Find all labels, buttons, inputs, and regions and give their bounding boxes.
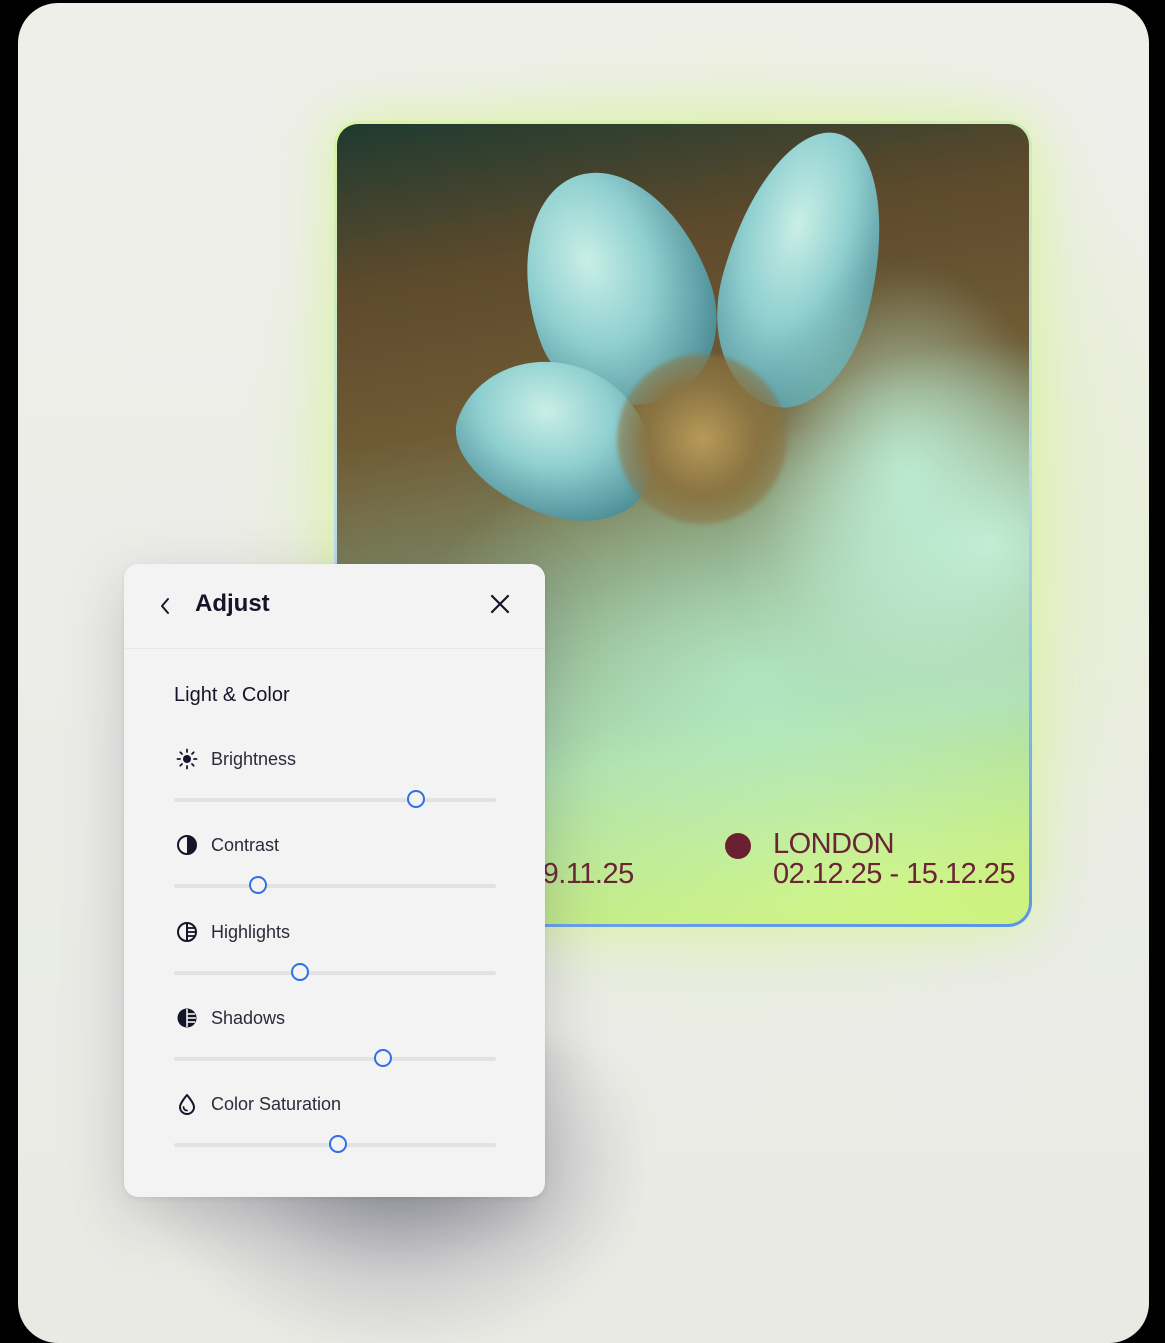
droplet-icon xyxy=(179,1094,195,1115)
brightness-slider-track[interactable] xyxy=(174,798,496,802)
brightness-label: Brightness xyxy=(211,749,297,769)
panel-title: Adjust xyxy=(195,590,270,617)
shadows-label: Shadows xyxy=(211,1008,286,1028)
color-saturation-label: Color Saturation xyxy=(211,1094,342,1114)
flower-center xyxy=(617,354,787,524)
sun-icon xyxy=(176,748,198,770)
shadows-icon xyxy=(177,1008,197,1028)
right-event-dates: 02.12.25 - 15.12.25 xyxy=(773,858,1016,890)
contrast-icon xyxy=(177,835,197,855)
shadows-slider-thumb[interactable] xyxy=(374,1049,393,1067)
right-event-city: LONDON xyxy=(773,828,895,860)
chevron-left-icon[interactable] xyxy=(158,594,172,618)
highlights-slider-thumb[interactable] xyxy=(290,963,309,981)
shadows-slider-track[interactable] xyxy=(174,1057,496,1061)
contrast-label: Contrast xyxy=(211,835,280,855)
highlights-icon xyxy=(177,922,197,942)
panel-header: Adjust xyxy=(124,564,545,649)
contrast-slider-thumb[interactable] xyxy=(248,876,267,894)
adjust-panel: Adjust Light & Color Brightness Contrast… xyxy=(124,564,545,1197)
contrast-slider-track[interactable] xyxy=(174,884,496,888)
highlights-label: Highlights xyxy=(211,922,291,942)
event-dot xyxy=(725,833,751,859)
color-saturation-slider-thumb[interactable] xyxy=(329,1135,348,1153)
right-event: LONDON 02.12.25 - 15.12.25 xyxy=(773,828,1016,890)
brightness-slider-thumb[interactable] xyxy=(406,790,425,808)
close-icon[interactable] xyxy=(489,593,511,615)
section-title: Light & Color xyxy=(174,684,290,706)
highlights-slider-track[interactable] xyxy=(174,971,496,975)
